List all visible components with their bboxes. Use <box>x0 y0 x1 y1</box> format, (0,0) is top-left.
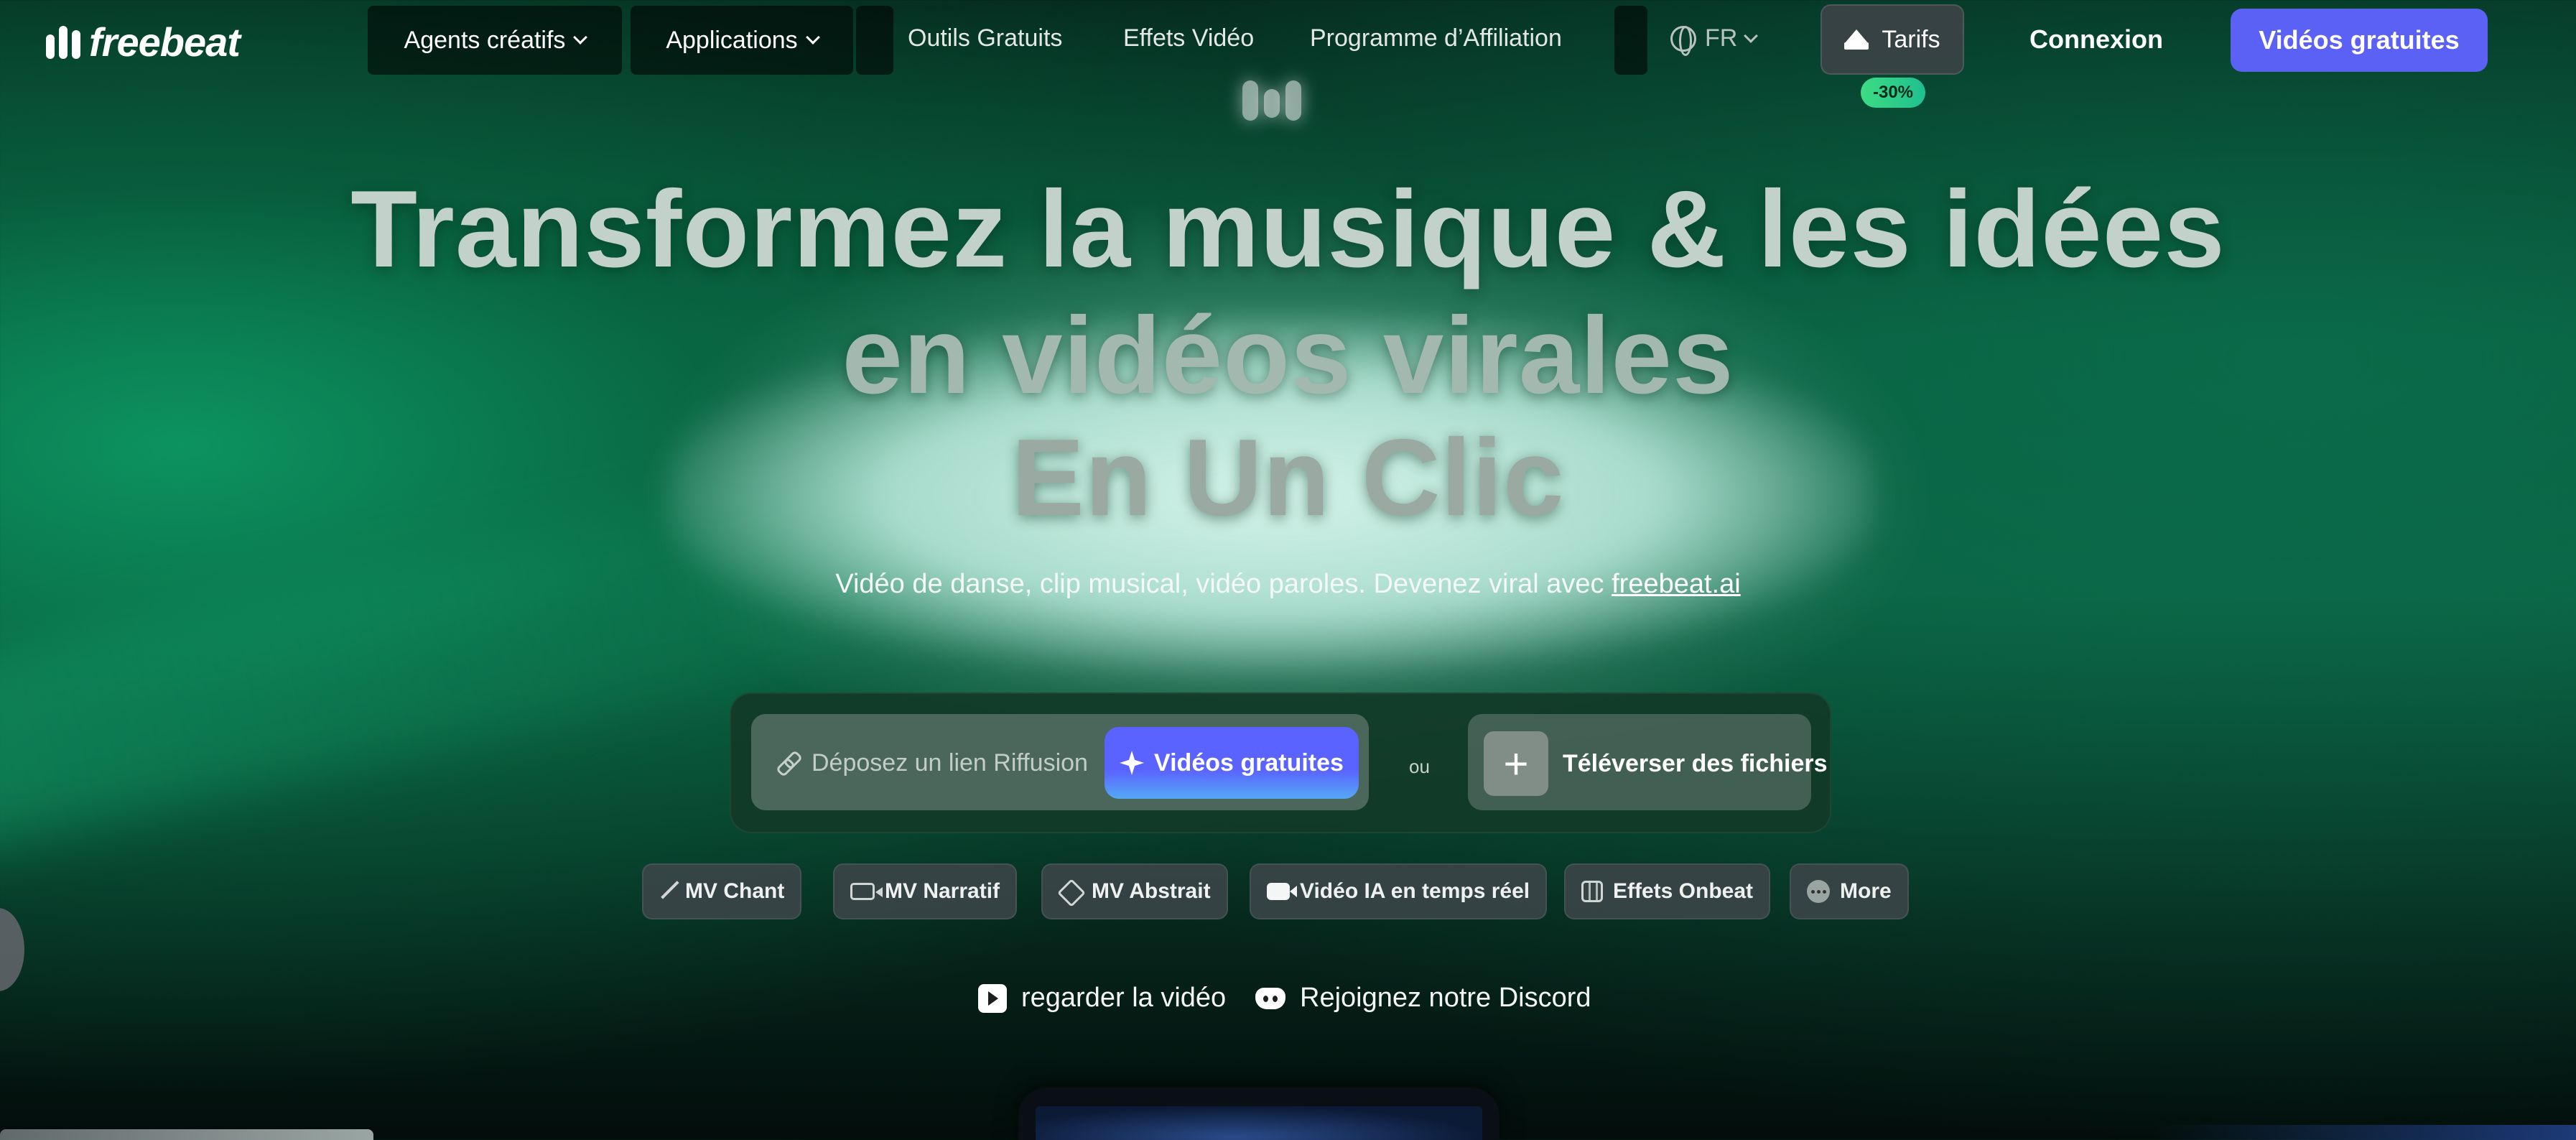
generate-free-videos-button[interactable]: Vidéos gratuites <box>1105 727 1359 799</box>
pen-icon <box>661 881 682 902</box>
nav-separator <box>856 6 893 75</box>
nav-applications-label: Applications <box>666 26 798 54</box>
play-icon <box>978 983 1007 1013</box>
watch-video-label: regarder la vidéo <box>1021 983 1227 1013</box>
logo-text: freebeat <box>89 19 241 65</box>
upload-files-label[interactable]: Téléverser des fichiers <box>1563 750 1828 778</box>
freebeat-logo[interactable]: freebeat <box>46 19 241 65</box>
nav-creative-agents[interactable]: Agents créatifs <box>368 6 622 75</box>
nav-separator <box>1614 6 1647 75</box>
discount-badge: -30% <box>1861 78 1925 108</box>
discord-icon <box>1255 987 1285 1009</box>
film-icon <box>1581 881 1603 902</box>
link-icon <box>777 751 799 773</box>
bottom-decoration-left <box>0 1129 373 1140</box>
chip-onbeat-effects[interactable]: Effets Onbeat <box>1564 863 1771 919</box>
or-separator: ou <box>1409 756 1430 777</box>
more-dots-icon <box>1807 880 1830 903</box>
chip-label: More <box>1840 879 1892 903</box>
hero-subtitle-text: Vidéo de danse, clip musical, vidéo paro… <box>835 569 1612 599</box>
language-label: FR <box>1705 24 1738 52</box>
nav-video-effects[interactable]: Effets Vidéo <box>1123 24 1254 52</box>
nav-free-tools[interactable]: Outils Gratuits <box>908 24 1062 52</box>
chip-realtime-ai-video[interactable]: Vidéo IA en temps réel <box>1250 863 1548 919</box>
bottom-decoration-right <box>2154 1125 2576 1140</box>
chevron-down-icon <box>573 30 588 45</box>
pricing-button[interactable]: Tarifs <box>1821 4 1964 75</box>
freebeat-link[interactable]: freebeat.ai <box>1612 569 1741 599</box>
pricing-label: Tarifs <box>1882 25 1940 53</box>
top-navigation: freebeat Agents créatifs Applications Ou… <box>0 0 2576 108</box>
hero-title-line-3: En Un Clic <box>1011 417 1565 539</box>
hero-title-line-1: Transformez la musique & les idées <box>350 168 2226 290</box>
mascot-icon <box>1242 80 1301 121</box>
live-camera-icon <box>1267 883 1297 900</box>
side-drawer-handle[interactable] <box>0 908 24 991</box>
hero-title-line-2: en vidéos virales <box>842 295 1734 417</box>
chip-label: MV Narratif <box>885 879 1000 903</box>
join-discord-label: Rejoignez notre Discord <box>1300 983 1591 1013</box>
language-selector[interactable]: FR <box>1670 24 1759 56</box>
free-videos-button[interactable]: Vidéos gratuites <box>2231 9 2488 72</box>
nodes-icon <box>1059 880 1082 903</box>
nav-affiliate-program[interactable]: Programme d’Affiliation <box>1310 24 1562 52</box>
video-camera-icon <box>850 883 883 900</box>
globe-icon <box>1670 25 1696 56</box>
chip-label: Vidéo IA en temps réel <box>1300 879 1530 903</box>
nav-applications[interactable]: Applications <box>631 6 853 75</box>
chip-label: Effets Onbeat <box>1613 879 1754 903</box>
chip-mv-chant[interactable]: MV Chant <box>642 863 802 919</box>
chip-mv-abstrait[interactable]: MV Abstrait <box>1041 863 1228 919</box>
chip-label: MV Chant <box>685 879 785 903</box>
chevron-down-icon <box>1744 28 1759 43</box>
generate-button-label: Vidéos gratuites <box>1154 749 1344 777</box>
chip-label: MV Abstrait <box>1092 879 1211 903</box>
chip-mv-narratif[interactable]: MV Narratif <box>833 863 1018 919</box>
nav-creative-agents-label: Agents créatifs <box>404 26 566 54</box>
hero-subtitle: Vidéo de danse, clip musical, vidéo paro… <box>0 569 2576 600</box>
logo-mark-icon <box>46 25 80 59</box>
chip-more[interactable]: More <box>1790 863 1909 919</box>
login-link[interactable]: Connexion <box>2029 24 2163 55</box>
watch-video-link[interactable]: regarder la vidéo <box>978 983 1226 1014</box>
sparkle-icon <box>1120 751 1145 775</box>
join-discord-link[interactable]: Rejoignez notre Discord <box>1255 983 1591 1014</box>
riffusion-link-input[interactable] <box>812 740 1099 786</box>
crown-icon <box>1844 29 1869 50</box>
chevron-down-icon <box>805 30 820 45</box>
video-preview-thumbnail[interactable] <box>1018 1088 1499 1140</box>
plus-icon[interactable]: + <box>1484 731 1548 796</box>
